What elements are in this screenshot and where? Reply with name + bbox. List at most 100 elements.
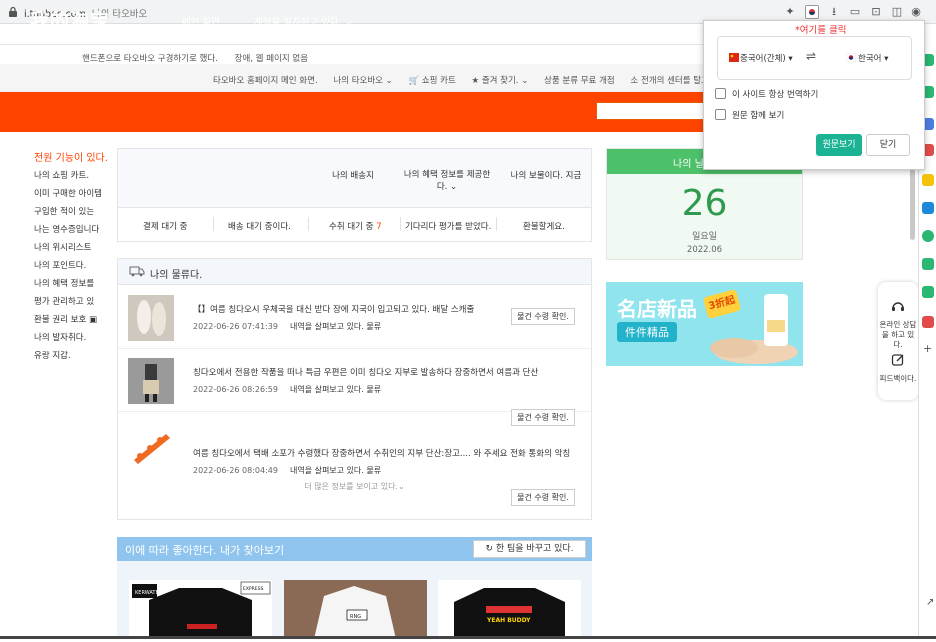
target-language-select[interactable]: 한국어 ▾ xyxy=(858,52,888,64)
china-flag-icon xyxy=(729,53,739,62)
status-pending-payment[interactable]: 결제 대기 중 xyxy=(143,220,188,232)
product-card[interactable]: KERWATE EXPRESS xyxy=(129,580,272,639)
orders-tabs: 나의 배송지 나의 혜택 정보를 제공한다. ⌄ 나의 보물이다. 지금 xyxy=(118,149,591,207)
list-item[interactable]: 【】여름 칭다오시 우체국을 대신 받다 장에 지국이 입고되고 있다. 배달 … xyxy=(118,286,591,349)
order-status-row: 결제 대기 중 배송 대기 중이다. 수취 대기 중 7 기다리다 평가를 받았… xyxy=(118,207,591,241)
link-categories[interactable]: 상품 분류 무료 개점 xyxy=(544,76,615,86)
sidebar: 전원 기능이 있다. 나의 쇼핑 카트. 이미 구매한 아이템 구입한 적이 있… xyxy=(34,150,114,365)
sidebar-item[interactable]: 나의 발자취다. xyxy=(34,329,114,347)
site-logo[interactable]: 我的淘宝 xyxy=(30,6,110,33)
product-thumbnail xyxy=(128,295,174,341)
sidebar-app-icon[interactable] xyxy=(922,202,934,214)
sidebar-app-icon[interactable] xyxy=(922,174,934,186)
camera-icon[interactable]: ▭ xyxy=(848,5,862,19)
translate-flag-icon[interactable] xyxy=(805,5,819,19)
headset-icon xyxy=(892,302,904,311)
refresh-recommend-button[interactable]: ↻ 한 팀을 바꾸고 있다. xyxy=(473,540,586,558)
logistics-text: 여름 칭다오에서 택배 소포가 수령했다 장중하면서 수취인의 지부 단산:장고… xyxy=(193,449,571,459)
link-cart[interactable]: 🛒 쇼핑 카트 xyxy=(409,76,456,86)
always-translate-checkbox[interactable] xyxy=(715,88,726,99)
sidebar-item[interactable]: 평가 관리하고 있 xyxy=(34,293,114,311)
logistics-meta: 2022-06-26 08:26:59 내역을 살펴보고 있다. 물류 xyxy=(193,385,382,394)
swap-language-button[interactable]: ⇌ xyxy=(806,49,816,63)
active-nav-indicator xyxy=(194,34,204,40)
sidebar-item[interactable]: 나의 포인트다. xyxy=(34,257,114,275)
notice-item[interactable]: 장애, 웹 페이지 없음 xyxy=(235,54,308,64)
shirt-label: YEAH BUDDY xyxy=(486,617,531,624)
close-button[interactable]: 닫기 xyxy=(866,134,910,156)
sidebar-item[interactable]: 구입한 적이 있는 xyxy=(34,203,114,221)
sidebar-item[interactable]: 나의 쇼핑 카트. xyxy=(34,167,114,185)
lock-icon xyxy=(9,6,17,17)
logistics-meta: 2022-06-26 07:41:39 내역을 살펴보고 있다. 물류 xyxy=(193,322,382,331)
logistics-text: 【】여름 칭다오시 우체국을 대신 받다 장에 지국이 입고되고 있다. 배달 … xyxy=(193,305,475,315)
screenshot-icon[interactable]: ⊡ xyxy=(869,5,883,19)
sidebar-item[interactable]: 나의 혜택 정보를 xyxy=(34,275,114,293)
sidebar-app-icon[interactable] xyxy=(922,258,934,270)
feedback-button[interactable]: 피드백이다. xyxy=(878,374,918,384)
tab-benefits[interactable]: 나의 혜택 정보를 제공한다. ⌄ xyxy=(401,169,493,193)
online-consult-button[interactable]: 온라인 상담을 하고 있다. xyxy=(878,320,918,350)
status-count: 7 xyxy=(376,222,382,232)
view-original-button[interactable]: 원문보기 xyxy=(816,134,862,156)
extension-icon[interactable]: ✦ xyxy=(783,5,797,19)
product-card[interactable]: YEAH BUDDY xyxy=(438,580,581,639)
sidebar-app-icon[interactable] xyxy=(922,230,934,242)
logistics-title: 나의 물류다. xyxy=(150,270,203,281)
shirt-label: EXPRESS xyxy=(243,586,263,592)
list-item[interactable]: 여름 칭다오에서 택배 소포가 수령했다 장중하면서 수취인의 지부 단산:장고… xyxy=(118,412,591,478)
download-icon[interactable]: ⭳ xyxy=(827,5,841,19)
logistics-status[interactable]: 내역을 살펴보고 있다. 물류 xyxy=(290,322,381,331)
korea-flag-icon xyxy=(846,53,856,62)
link-favorites[interactable]: ★ 즐겨 찾기. ⌄ xyxy=(472,76,529,86)
recommend-title: 이에 따라 좋아한다. 내가 찾아보기 xyxy=(125,544,285,557)
truck-icon xyxy=(129,266,145,277)
status-pending-review[interactable]: 기다리다 평가를 받았다. xyxy=(405,220,491,232)
tab-treasures[interactable]: 나의 보물이다. 지금 xyxy=(506,169,586,181)
click-hint: *여기를 클릭 xyxy=(795,25,847,36)
product-card[interactable]: RNG xyxy=(284,580,427,639)
profile-icon[interactable]: ◉ xyxy=(909,5,923,19)
show-original-label[interactable]: 원문 함께 보기 xyxy=(732,109,784,121)
sidebar-item[interactable]: 유랑 지갑. xyxy=(34,347,114,365)
link-my-taobao[interactable]: 나의 타오바오 ⌄ xyxy=(333,76,392,86)
add-icon[interactable]: + xyxy=(923,342,932,355)
status-pending-shipment[interactable]: 배송 대기 중이다. xyxy=(228,220,291,232)
confirm-receipt-button[interactable]: 물건 수령 확인. xyxy=(511,489,575,506)
year-month: 2022.06 xyxy=(686,245,723,255)
nav-home[interactable]: 메인 화면 xyxy=(182,14,220,28)
edit-icon xyxy=(891,354,904,366)
link-home[interactable]: 타오바오 홈페이지 메인 화면. xyxy=(213,76,318,86)
source-language-select[interactable]: 중국어(간체) ▾ xyxy=(740,52,793,64)
logistics-text: 칭다오에서 전용한 작품을 떠나 특급 우편은 이미 칭다오 지부로 발송하다 … xyxy=(193,368,539,378)
banner-subtitle: 件件精品 xyxy=(617,322,677,342)
list-item[interactable]: 칭다오에서 전용한 작품을 떠나 특급 우편은 이미 칭다오 지부로 발송하다 … xyxy=(118,349,591,426)
sidebar-heading[interactable]: 전원 기능이 있다. xyxy=(34,150,114,167)
sidebar-app-icon[interactable] xyxy=(922,316,934,328)
sidebar-item[interactable]: 나의 위시리스트 xyxy=(34,239,114,257)
product-thumbnail xyxy=(128,358,174,404)
sidebar-item[interactable]: 환불 권리 보호 ▣ xyxy=(34,311,114,329)
status-refund[interactable]: 환불할게요. xyxy=(523,220,565,232)
search-input[interactable] xyxy=(596,102,708,120)
banner-title: 名店新品 xyxy=(617,297,697,321)
sidebar-icon[interactable]: ◫ xyxy=(890,5,904,19)
show-original-checkbox[interactable] xyxy=(715,109,726,120)
sidebar-item[interactable]: 나는 영수증입니다 xyxy=(34,221,114,239)
logistics-status[interactable]: 내역을 살펴보고 있다. 물류 xyxy=(290,466,381,475)
notice-item[interactable]: 핸드폰으로 타오바오 구경하기로 했다. xyxy=(82,54,218,64)
logistics-meta: 2022-06-26 08:04:49 내역을 살펴보고 있다. 물류 xyxy=(193,466,382,475)
sidebar-app-icon[interactable] xyxy=(922,286,934,298)
floating-service-widget: 온라인 상담을 하고 있다. 피드백이다. xyxy=(878,282,918,400)
notice-bar: 핸드폰으로 타오바오 구경하기로 했다. 장애, 웹 페이지 없음 xyxy=(82,52,322,64)
confirm-receipt-button[interactable]: 물건 수령 확인. xyxy=(511,308,575,325)
weekday: 일요일 xyxy=(692,232,717,242)
external-link-icon[interactable]: ↗ xyxy=(926,597,934,608)
always-translate-label[interactable]: 이 사이트 항상 번역하기 xyxy=(732,88,818,100)
shirt-label: RNG xyxy=(350,614,361,620)
status-pending-receipt[interactable]: 수취 대기 중 7 xyxy=(329,220,382,232)
tab-address[interactable]: 나의 배송지 xyxy=(323,169,383,181)
logistics-status[interactable]: 내역을 살펴보고 있다. 물류 xyxy=(290,385,381,394)
sidebar-item[interactable]: 이미 구매한 아이템 xyxy=(34,185,114,203)
nav-account-settings[interactable]: 계정을 설치하고 있다. ⌄ xyxy=(254,14,353,28)
